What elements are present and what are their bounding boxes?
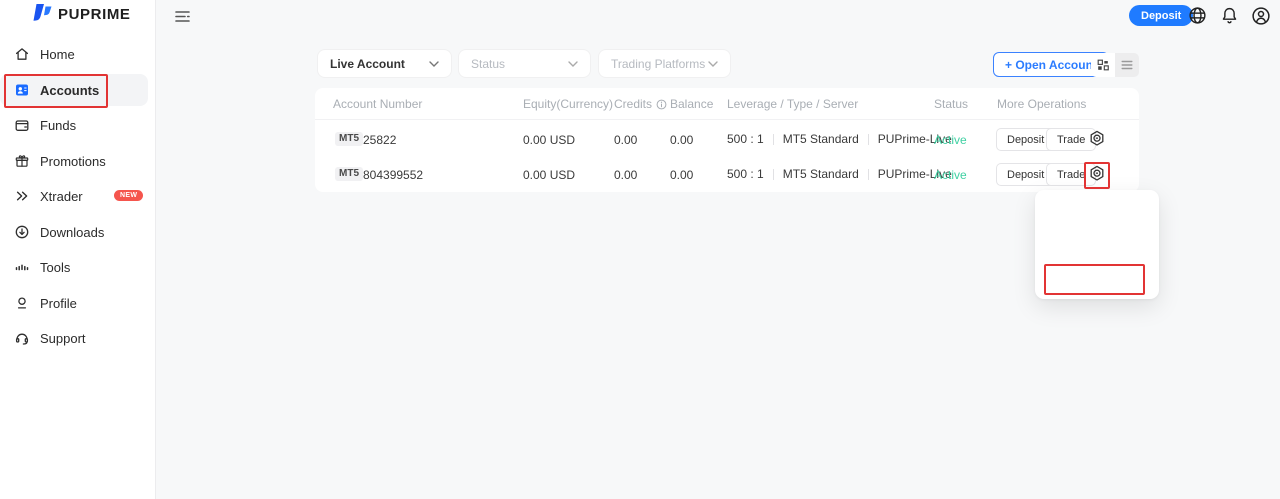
col-header-operations: More Operations — [997, 97, 1086, 111]
account-type-value: Live Account — [330, 57, 405, 71]
settings-context-menu — [1035, 190, 1159, 299]
user-avatar-icon — [1251, 6, 1271, 26]
info-icon[interactable] — [656, 99, 667, 110]
sidebar-item-xtrader[interactable]: Xtrader — [14, 184, 83, 208]
grid-view-icon — [1096, 58, 1110, 72]
sidebar-item-funds[interactable]: Funds — [14, 113, 76, 137]
separator — [773, 169, 774, 180]
bell-icon — [1220, 6, 1239, 25]
balance-value: 0.00 — [670, 133, 693, 147]
leverage-value: 500 : 1 — [727, 167, 764, 181]
grid-view-button[interactable] — [1091, 53, 1115, 77]
gear-icon — [1087, 164, 1107, 184]
sidebar-item-label: Support — [40, 331, 86, 346]
col-header-leverage: Leverage / Type / Server — [727, 97, 858, 111]
deposit-button[interactable]: Deposit — [1129, 5, 1193, 26]
sidebar-item-home[interactable]: Home — [14, 42, 75, 66]
sidebar-toggle-button[interactable] — [174, 7, 192, 25]
sidebar-item-label: Funds — [40, 118, 76, 133]
col-header-credits: Credits — [614, 97, 667, 111]
credits-value: 0.00 — [614, 168, 637, 182]
menu-collapse-icon — [174, 7, 192, 25]
gear-icon — [1087, 129, 1107, 149]
account-type-value: MT5 Standard — [783, 132, 859, 146]
chevron-down-icon — [568, 61, 578, 67]
sidebar-item-label: Home — [40, 47, 75, 62]
gift-icon — [14, 153, 30, 169]
brand-name: PUPRIME — [58, 6, 131, 23]
trading-platforms-select[interactable]: Trading Platforms — [599, 50, 730, 77]
platform-badge: MT5 — [335, 167, 363, 181]
leverage-type-server: 500 : 1 MT5 Standard PUPrime-Live — [727, 132, 952, 146]
status-badge: Active — [934, 133, 967, 147]
accounts-icon — [14, 82, 30, 98]
sidebar-item-label: Promotions — [40, 154, 106, 169]
wallet-icon — [14, 117, 30, 133]
platforms-placeholder: Trading Platforms — [611, 57, 705, 71]
headset-icon — [14, 330, 30, 346]
brand-logo: PUPRIME — [32, 3, 131, 26]
col-header-equity: Equity(Currency) — [523, 97, 613, 111]
status-select[interactable]: Status — [459, 50, 590, 77]
col-header-account-number: Account Number — [333, 97, 422, 111]
account-number: 804399552 — [363, 168, 423, 182]
col-header-status: Status — [934, 97, 968, 111]
platform-badge: MT5 — [335, 132, 363, 146]
status-placeholder: Status — [471, 57, 505, 71]
sidebar-item-accounts[interactable]: Accounts — [14, 78, 99, 102]
row-settings-button[interactable] — [1087, 129, 1107, 149]
equalizer-icon — [14, 259, 30, 275]
sidebar-item-downloads[interactable]: Downloads — [14, 220, 104, 244]
status-badge: Active — [934, 168, 967, 182]
table-header-divider — [315, 119, 1139, 120]
sidebar-item-label: Downloads — [40, 225, 104, 240]
globe-icon — [1188, 6, 1207, 25]
user-menu-button[interactable] — [1251, 6, 1270, 25]
view-toggle — [1091, 53, 1139, 77]
chevron-down-icon — [429, 61, 439, 67]
account-number: 25822 — [363, 133, 396, 147]
profile-icon — [14, 295, 30, 311]
separator — [868, 134, 869, 145]
credits-value: 0.00 — [614, 133, 637, 147]
separator — [868, 169, 869, 180]
balance-value: 0.00 — [670, 168, 693, 182]
sidebar-item-label: Xtrader — [40, 189, 83, 204]
home-icon — [14, 46, 30, 62]
equity-value: 0.00 USD — [523, 168, 575, 182]
sidebar-item-label: Accounts — [40, 83, 99, 98]
language-button[interactable] — [1188, 6, 1207, 25]
leverage-type-server: 500 : 1 MT5 Standard PUPrime-Live — [727, 167, 952, 181]
chevron-down-icon — [708, 61, 718, 67]
equity-value: 0.00 USD — [523, 133, 575, 147]
sidebar-item-promotions[interactable]: Promotions — [14, 149, 106, 173]
list-view-button[interactable] — [1115, 53, 1139, 77]
sidebar-item-profile[interactable]: Profile — [14, 291, 77, 315]
download-icon — [14, 224, 30, 240]
credits-header-label: Credits — [614, 97, 652, 111]
sidebar: PUPRIME Home Accounts — [0, 0, 156, 499]
notifications-button[interactable] — [1220, 6, 1239, 25]
sidebar-item-label: Profile — [40, 296, 77, 311]
leverage-value: 500 : 1 — [727, 132, 764, 146]
sidebar-item-tools[interactable]: Tools — [14, 255, 70, 279]
puprime-logo-icon — [32, 3, 53, 26]
double-chevron-icon — [14, 188, 30, 204]
row-settings-button-open[interactable] — [1087, 164, 1107, 184]
account-type-select[interactable]: Live Account — [318, 50, 451, 77]
col-header-balance: Balance — [670, 97, 713, 111]
new-badge: NEW — [114, 190, 143, 201]
list-view-icon — [1120, 58, 1134, 72]
account-type-value: MT5 Standard — [783, 167, 859, 181]
separator — [773, 134, 774, 145]
sidebar-item-support[interactable]: Support — [14, 326, 86, 350]
accounts-page: PUPRIME Home Accounts — [0, 0, 1280, 499]
sidebar-item-label: Tools — [40, 260, 70, 275]
